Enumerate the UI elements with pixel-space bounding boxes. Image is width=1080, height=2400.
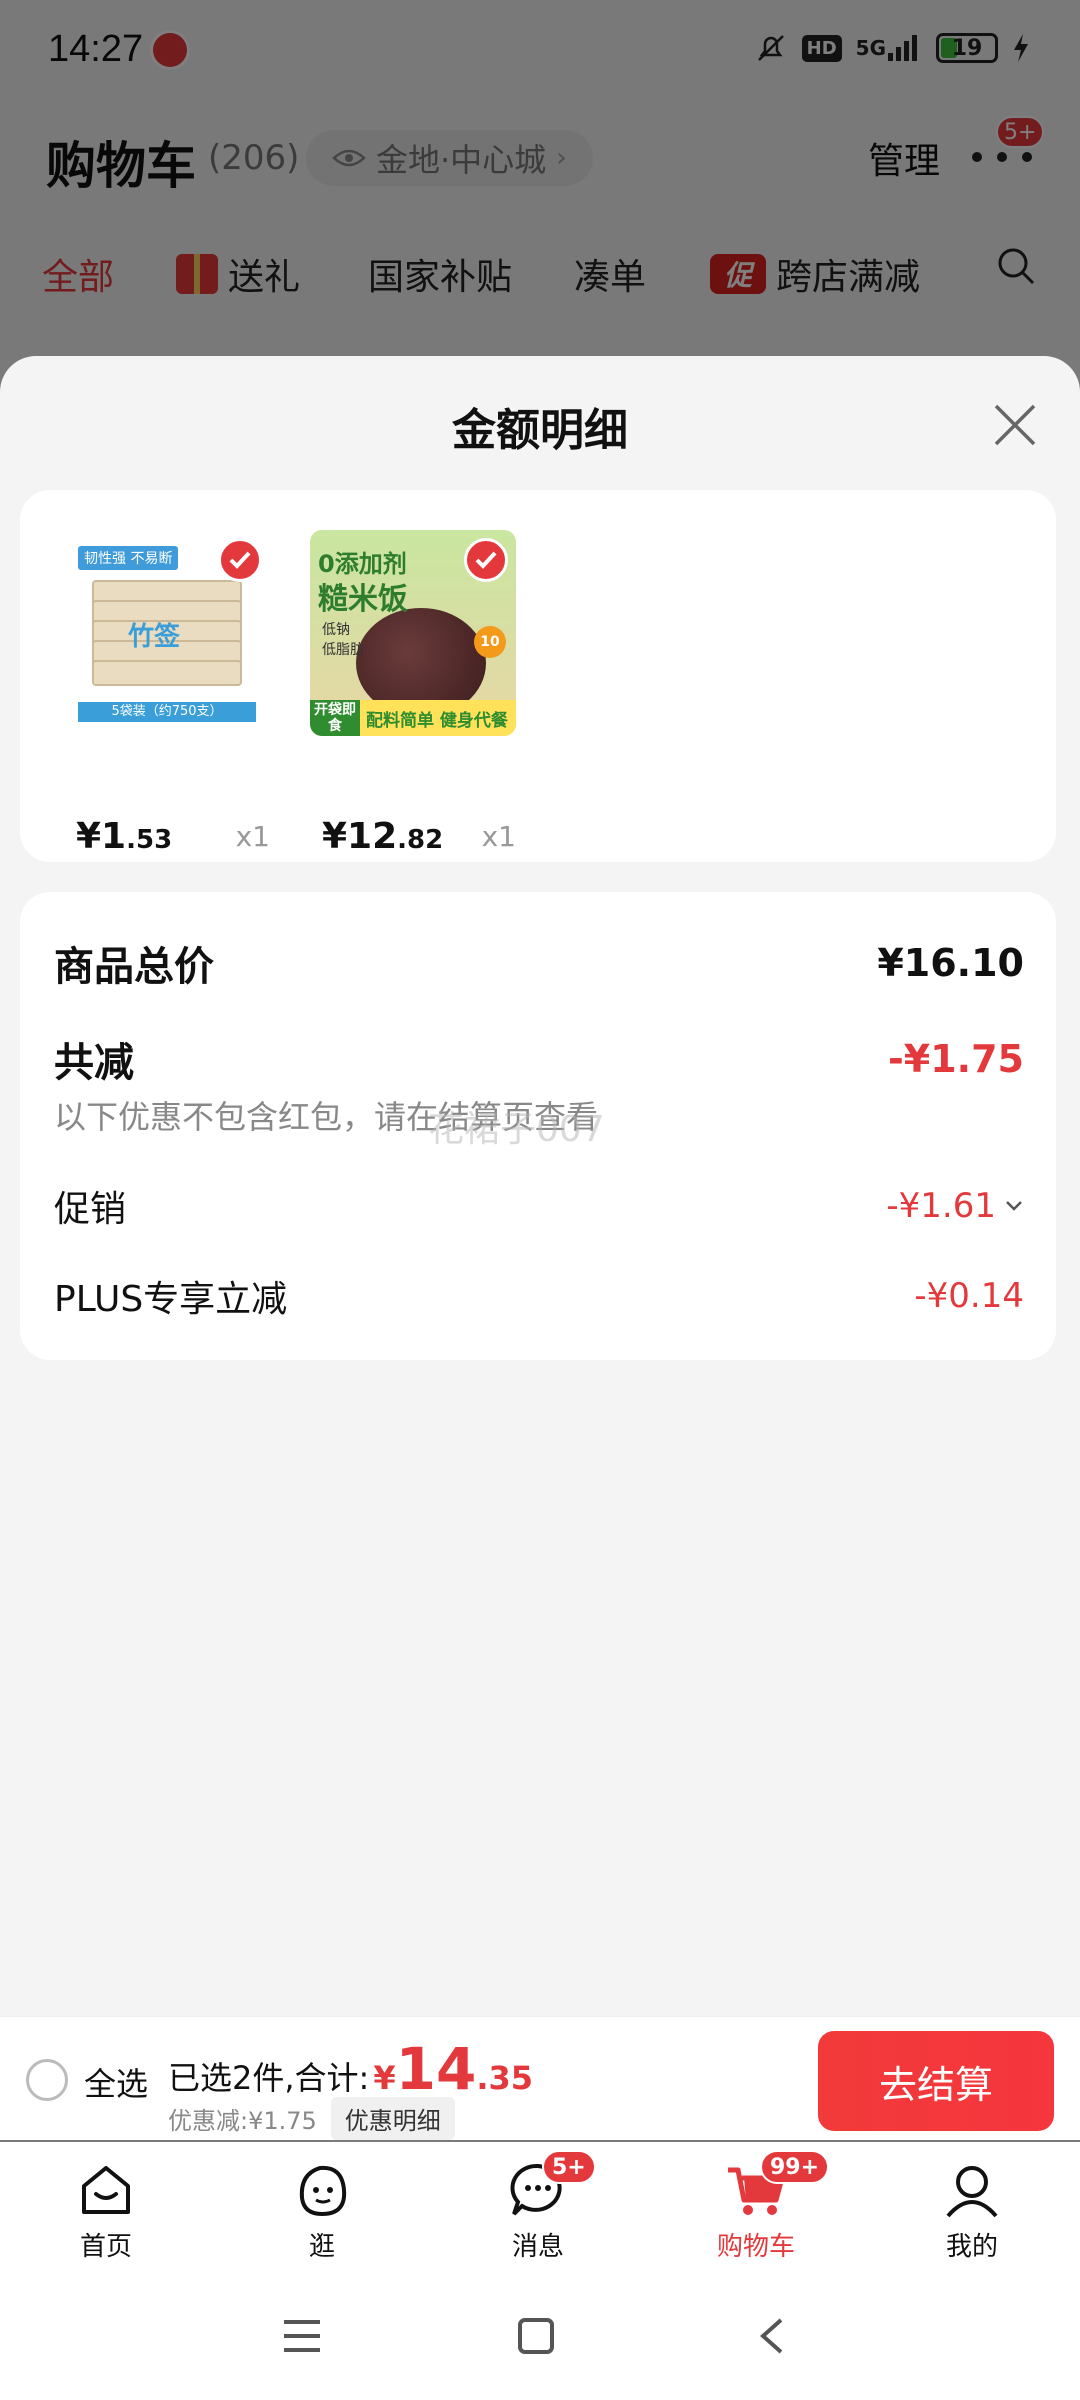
cart-badge: 99+ xyxy=(760,2150,830,2184)
grand-total: 14 xyxy=(395,2035,477,2103)
product-image-skewers: 韧性强 不易断 竹签 5袋装（约750支） xyxy=(64,530,270,736)
selected-products-card: 韧性强 不易断 竹签 5袋装（约750支） ¥1.53 x1 0添加剂 糙米饭 … xyxy=(20,490,1056,862)
promotion-row[interactable]: 促销 -¥1.61 xyxy=(54,1180,1024,1232)
nav-home[interactable]: 首页 xyxy=(36,2158,176,2263)
product-quantity: x1 xyxy=(235,820,270,853)
product-quantity: x1 xyxy=(481,820,516,853)
promotion-label: 促销 xyxy=(54,1189,127,1230)
home-icon xyxy=(74,2158,138,2222)
product-price: ¥1.53 xyxy=(76,816,173,857)
nav-profile[interactable]: 我的 xyxy=(902,2158,1042,2263)
select-all-label[interactable]: 全选 xyxy=(84,2059,148,2105)
plus-discount-row: PLUS专享立减 -¥0.14 xyxy=(54,1270,1024,1322)
nav-cart[interactable]: 99+ 购物车 xyxy=(686,2150,830,2263)
total-reduction-row: 共减 -¥1.75 xyxy=(54,1030,1024,1088)
price-summary-card: 商品总价 ¥16.10 共减 -¥1.75 以下优惠不包含红包，请在结算页查看 … xyxy=(20,892,1056,1360)
checked-icon xyxy=(218,538,262,582)
product-price: ¥12.82 xyxy=(322,816,444,857)
chevron-down-icon xyxy=(1006,1201,1022,1211)
cart-icon: 99+ xyxy=(724,2150,830,2222)
nav-messages[interactable]: 5+ 消息 xyxy=(468,2150,608,2263)
total-reduction-label: 共减 xyxy=(54,1040,134,1086)
total-price-value: ¥16.10 xyxy=(877,941,1024,985)
chat-bubble-icon: 5+ xyxy=(506,2150,596,2222)
discount-detail-button[interactable]: 优惠明细 xyxy=(330,2097,455,2140)
system-navigation-bar xyxy=(0,2266,1080,2400)
back-icon[interactable] xyxy=(742,2306,802,2366)
product-item[interactable]: 韧性强 不易断 竹签 5袋装（约750支） ¥1.53 x1 xyxy=(64,530,270,857)
amount-detail-sheet: 金额明细 韧性强 不易断 竹签 5袋装（约750支） ¥1.53 x1 0添加剂… xyxy=(0,356,1080,2016)
discount-amount: 优惠减:¥1.75 xyxy=(168,2107,317,2135)
select-all-radio[interactable] xyxy=(26,2059,68,2101)
messages-badge: 5+ xyxy=(542,2150,596,2184)
plus-discount-value: -¥0.14 xyxy=(914,1276,1024,1316)
checkout-bar: 全选 已选2件,合计: ¥ 14 .35 优惠减:¥1.75 优惠明细 去结算 xyxy=(0,2016,1080,2140)
checked-icon xyxy=(464,538,508,582)
product-item[interactable]: 0添加剂 糙米饭 低钠 低脂肪 10 开袋即食 配料简单 健身代餐 ¥12.82… xyxy=(310,530,516,857)
nav-browse[interactable]: 逛 xyxy=(252,2158,392,2263)
home-square-icon[interactable] xyxy=(506,2306,566,2366)
promotion-value: -¥1.61 xyxy=(886,1186,996,1226)
total-price-row: 商品总价 ¥16.10 xyxy=(54,934,1024,992)
selected-summary: 已选2件,合计: ¥ 14 .35 xyxy=(168,2035,533,2103)
close-icon[interactable] xyxy=(990,400,1040,450)
checkout-button[interactable]: 去结算 xyxy=(818,2031,1054,2131)
menu-icon[interactable] xyxy=(272,2306,332,2366)
bottom-navigation: 首页 逛 5+ 消息 99+ 购物车 我的 xyxy=(0,2142,1080,2266)
browse-face-icon xyxy=(290,2158,354,2222)
total-price-label: 商品总价 xyxy=(54,944,214,990)
total-reduction-value: -¥1.75 xyxy=(888,1037,1024,1081)
product-image-brown-rice: 0添加剂 糙米饭 低钠 低脂肪 10 开袋即食 配料简单 健身代餐 xyxy=(310,530,516,736)
watermark: 花裙子007 xyxy=(428,1109,605,1150)
user-icon xyxy=(940,2158,1004,2222)
sheet-title: 金额明细 xyxy=(452,405,628,456)
plus-discount-label: PLUS专享立减 xyxy=(54,1279,288,1320)
